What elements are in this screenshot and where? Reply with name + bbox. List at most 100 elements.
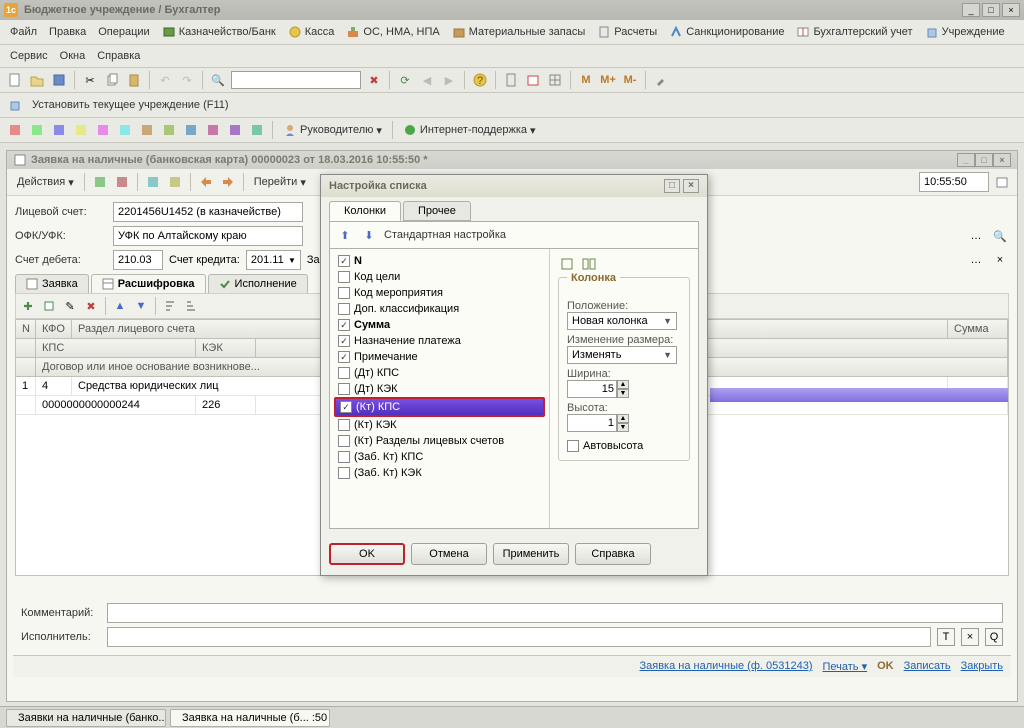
column-item[interactable]: Доп. классификация <box>334 301 545 317</box>
column-checkbox[interactable] <box>338 319 350 331</box>
ofk-field[interactable]: УФК по Алтайскому краю <box>113 226 303 246</box>
tab-detail[interactable]: Расшифровка <box>91 274 206 293</box>
move-up-icon[interactable]: ⬆ <box>336 226 354 244</box>
debit-field[interactable]: 210.03 <box>113 250 163 270</box>
task-tab-1[interactable]: Заявки на наличные (банко... <box>6 709 166 727</box>
maximize-button[interactable]: □ <box>982 3 1000 17</box>
doc-min-button[interactable]: _ <box>957 153 975 167</box>
exec-q-icon[interactable]: Q <box>985 628 1003 646</box>
leader-menu[interactable]: Руководителю ▾ <box>279 121 386 139</box>
undo-icon[interactable]: ↶ <box>156 71 174 89</box>
col-kps[interactable]: КПС <box>36 339 196 357</box>
tb3-11[interactable] <box>226 121 244 139</box>
menu-help[interactable]: Справка <box>93 48 144 64</box>
dialog-max-button[interactable]: □ <box>664 179 680 193</box>
nav-fwd-icon[interactable]: ▶ <box>440 71 458 89</box>
form-link[interactable]: Заявка на наличные (ф. 0531243) <box>639 660 812 673</box>
column-checkbox[interactable] <box>340 401 352 413</box>
column-checkbox[interactable] <box>338 335 350 347</box>
height-up[interactable]: ▲ <box>617 414 629 423</box>
dialog-close-button[interactable]: × <box>683 179 699 193</box>
menu-edit[interactable]: Правка <box>45 24 90 40</box>
set-current-org[interactable]: Установить текущее учреждение (F11) <box>28 97 233 113</box>
copy-icon[interactable] <box>103 71 121 89</box>
doc-tb-4[interactable] <box>166 173 184 191</box>
comment-field[interactable] <box>107 603 1003 623</box>
tb3-5[interactable] <box>94 121 112 139</box>
dialog-tab-other[interactable]: Прочее <box>403 201 471 221</box>
search-combo[interactable] <box>231 71 361 89</box>
tab-request[interactable]: Заявка <box>15 274 89 293</box>
save-icon[interactable] <box>50 71 68 89</box>
column-checkbox[interactable] <box>338 383 350 395</box>
tools-icon[interactable] <box>652 71 670 89</box>
column-item[interactable]: (Кт) Разделы лицевых счетов <box>334 433 545 449</box>
m-plus-icon[interactable]: M+ <box>599 71 617 89</box>
support-menu[interactable]: Интернет-поддержка ▾ <box>399 121 540 139</box>
width-down[interactable]: ▼ <box>617 389 629 398</box>
exec-field[interactable] <box>107 627 931 647</box>
doc-tb-2[interactable] <box>113 173 131 191</box>
refresh-icon[interactable]: ⟳ <box>396 71 414 89</box>
menu-accounting[interactable]: Бухгалтерский учет <box>792 23 916 41</box>
goto-menu[interactable]: Перейти ▾ <box>250 174 310 191</box>
account-field[interactable]: 2201456U1452 (в казначействе) <box>113 202 303 222</box>
column-item[interactable]: (Дт) КПС <box>334 365 545 381</box>
m-minus-icon[interactable]: M- <box>621 71 639 89</box>
apply-button[interactable]: Применить <box>493 543 569 565</box>
credit-clear-icon[interactable]: × <box>991 251 1009 269</box>
menu-stock[interactable]: Материальные запасы <box>448 23 590 41</box>
task-tab-2[interactable]: Заявка на наличные (б... :50 * <box>170 709 330 727</box>
doc-tb-1[interactable] <box>91 173 109 191</box>
width-input[interactable]: 15 <box>567 380 617 398</box>
close-link[interactable]: Закрыть <box>961 660 1003 673</box>
column-item[interactable]: (Кт) КПС <box>334 397 545 417</box>
org-icon[interactable] <box>6 96 24 114</box>
menu-windows[interactable]: Окна <box>56 48 90 64</box>
std-settings-link[interactable]: Стандартная настройка <box>384 229 506 241</box>
tb3-8[interactable] <box>160 121 178 139</box>
tb3-9[interactable] <box>182 121 200 139</box>
column-checkbox[interactable] <box>338 467 350 479</box>
tb3-6[interactable] <box>116 121 134 139</box>
tb3-4[interactable] <box>72 121 90 139</box>
ok-button[interactable]: OK <box>329 543 405 565</box>
column-item[interactable]: (Кт) КЭК <box>334 417 545 433</box>
column-checkbox[interactable] <box>338 451 350 463</box>
cut-icon[interactable]: ✂ <box>81 71 99 89</box>
credit-lookup-icon[interactable]: … <box>967 251 985 269</box>
ofk-search-icon[interactable]: 🔍 <box>991 227 1009 245</box>
search-icon[interactable]: 🔍 <box>209 71 227 89</box>
calendar-picker-icon[interactable] <box>993 173 1011 191</box>
doc-tb-3[interactable] <box>144 173 162 191</box>
move-down-icon[interactable]: ⬇ <box>360 226 378 244</box>
minimize-button[interactable]: _ <box>962 3 980 17</box>
doc-close-button[interactable]: × <box>993 153 1011 167</box>
menu-sanction[interactable]: Санкционирование <box>665 23 788 41</box>
column-item[interactable]: N <box>334 253 545 269</box>
menu-org[interactable]: Учреждение <box>921 23 1009 41</box>
doc-tb-6[interactable] <box>219 173 237 191</box>
column-checkbox[interactable] <box>338 255 350 267</box>
col-sum[interactable]: Сумма <box>948 320 1008 338</box>
column-item[interactable]: (Заб. Кт) КЭК <box>334 465 545 481</box>
menu-file[interactable]: Файл <box>6 24 41 40</box>
tb3-12[interactable] <box>248 121 266 139</box>
prop-icon-2[interactable] <box>580 255 598 273</box>
column-checkbox[interactable] <box>338 287 350 299</box>
col-n[interactable]: N <box>16 320 36 338</box>
resize-select[interactable]: Изменять▼ <box>567 346 677 364</box>
column-item[interactable]: Сумма <box>334 317 545 333</box>
column-checkbox[interactable] <box>338 435 350 447</box>
height-down[interactable]: ▼ <box>617 423 629 432</box>
clear-search-icon[interactable]: ✖ <box>365 71 383 89</box>
grid-sort2-icon[interactable] <box>182 297 200 315</box>
calc-icon[interactable] <box>502 71 520 89</box>
actions-menu[interactable]: Действия ▾ <box>13 174 78 191</box>
grid-icon[interactable] <box>546 71 564 89</box>
column-item[interactable]: Код цели <box>334 269 545 285</box>
m-icon[interactable]: M <box>577 71 595 89</box>
redo-icon[interactable]: ↷ <box>178 71 196 89</box>
tb3-2[interactable] <box>28 121 46 139</box>
menu-treasury[interactable]: Казначейство/Банк <box>158 23 280 41</box>
